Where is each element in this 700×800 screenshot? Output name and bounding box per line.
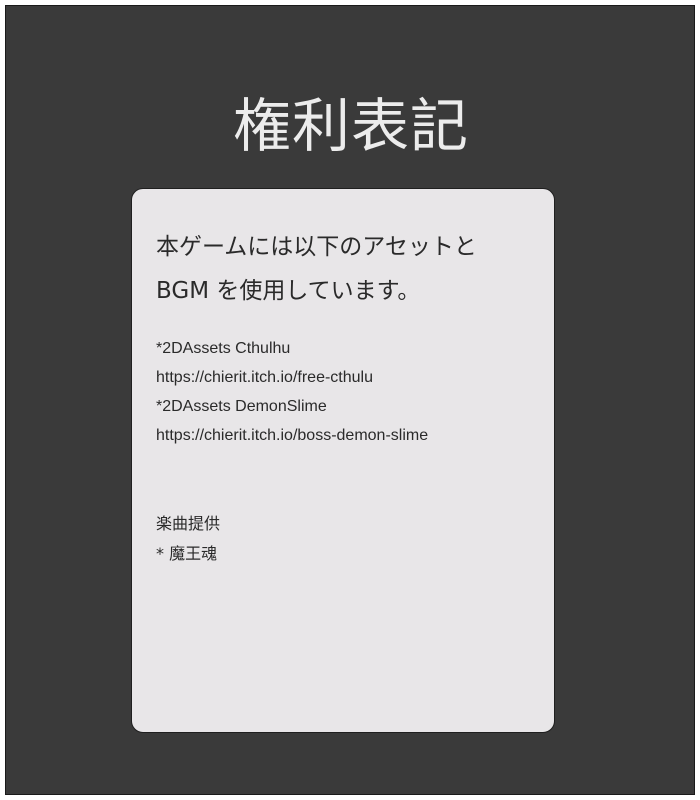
music-heading: 楽曲提供: [156, 514, 221, 533]
credits-panel: 本ゲームには以下のアセットと BGM を使用しています。 *2DAssets C…: [131, 188, 555, 733]
music-credit: * 魔王魂: [156, 544, 218, 563]
asset-name: *2DAssets Cthulhu: [156, 340, 291, 357]
asset-url: https://chierit.itch.io/free-cthulu: [156, 369, 373, 386]
asset-credits: *2DAssets Cthulhu https://chierit.itch.i…: [156, 334, 546, 450]
credits-screen: 権利表記 本ゲームには以下のアセットと BGM を使用しています。 *2DAss…: [5, 5, 695, 795]
asset-name: *2DAssets DemonSlime: [156, 398, 327, 415]
asset-url: https://chierit.itch.io/boss-demon-slime: [156, 427, 429, 444]
intro-text: 本ゲームには以下のアセットと BGM を使用しています。: [156, 225, 536, 313]
intro-line: 本ゲームには以下のアセットと: [156, 234, 477, 260]
page-title: 権利表記: [232, 92, 469, 160]
intro-line: BGM を使用しています。: [156, 278, 421, 304]
music-credits: 楽曲提供 * 魔王魂: [156, 509, 546, 569]
